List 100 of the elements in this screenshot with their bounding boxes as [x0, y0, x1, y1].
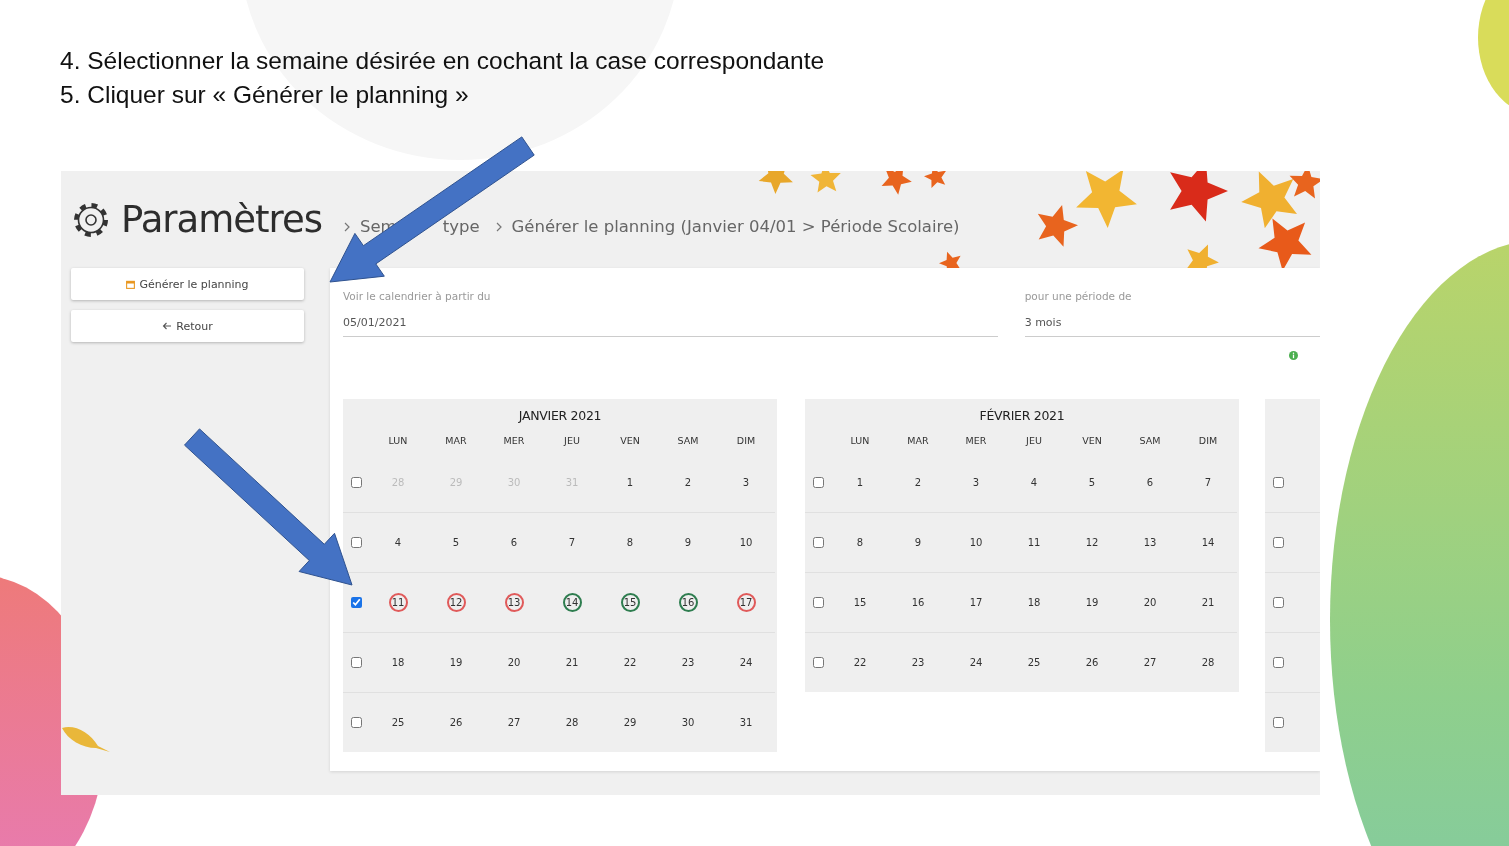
- weekday-label: VEN: [619, 434, 641, 448]
- day-number[interactable]: 25: [1025, 654, 1043, 671]
- day-number[interactable]: 11: [1025, 534, 1043, 551]
- info-icon[interactable]: [1289, 351, 1298, 360]
- day-number[interactable]: 7: [1199, 473, 1217, 491]
- day-number[interactable]: 8: [851, 534, 869, 551]
- week-checkbox[interactable]: [1272, 597, 1284, 608]
- day-number[interactable]: 10: [967, 534, 985, 551]
- day-number[interactable]: 24: [737, 654, 755, 671]
- weekday-label: SAM: [1138, 434, 1162, 448]
- day-number[interactable]: 31: [737, 714, 755, 731]
- day-number[interactable]: 21: [1199, 594, 1217, 611]
- day-number[interactable]: 9: [909, 534, 927, 551]
- week-checkbox[interactable]: [350, 597, 362, 608]
- day-number[interactable]: 1: [851, 473, 869, 491]
- day-number[interactable]: 18: [1025, 594, 1043, 611]
- day-number[interactable]: 12: [1083, 534, 1101, 551]
- day-number[interactable]: 14: [1199, 534, 1217, 551]
- weekday-label: MAR: [906, 434, 930, 448]
- circled-day-number[interactable]: 13: [504, 593, 524, 612]
- generate-button[interactable]: Générer le planning: [71, 268, 304, 300]
- day-number[interactable]: 29: [621, 714, 639, 731]
- day-number[interactable]: 26: [447, 714, 465, 731]
- day-number[interactable]: 18: [389, 654, 407, 671]
- day-number[interactable]: 6: [505, 534, 523, 551]
- day-number[interactable]: 8: [621, 534, 639, 551]
- day-number[interactable]: 7: [563, 534, 581, 551]
- week-checkbox[interactable]: [812, 657, 824, 668]
- day-number[interactable]: 28: [1199, 654, 1217, 671]
- week-checkbox[interactable]: [812, 537, 824, 548]
- month-title: JANVIER 2021: [517, 407, 603, 425]
- day-number[interactable]: 22: [851, 654, 869, 671]
- week-checkbox[interactable]: [350, 657, 362, 668]
- day-number[interactable]: 22: [621, 654, 639, 671]
- weekday-label: MER: [964, 434, 988, 448]
- day-number[interactable]: 6: [1141, 473, 1159, 491]
- breadcrumb-link[interactable]: type: [442, 217, 480, 236]
- weekday-label: MER: [502, 434, 526, 448]
- day-number[interactable]: 20: [1141, 594, 1159, 611]
- day-number[interactable]: 25: [389, 714, 407, 731]
- back-button[interactable]: Retour: [71, 310, 304, 342]
- field-label: pour une période de: [1024, 290, 1133, 304]
- week-checkbox[interactable]: [1272, 476, 1284, 488]
- day-number[interactable]: 5: [447, 534, 465, 551]
- circled-day-number[interactable]: 16: [678, 593, 698, 612]
- weekday-label: SAM: [676, 434, 700, 448]
- day-number[interactable]: 19: [1083, 594, 1101, 611]
- day-number[interactable]: 23: [909, 654, 927, 671]
- day-number[interactable]: 26: [1083, 654, 1101, 671]
- day-number[interactable]: 4: [1025, 473, 1043, 491]
- day-number[interactable]: 20: [505, 654, 523, 671]
- day-number[interactable]: 5: [1083, 473, 1101, 491]
- week-checkbox[interactable]: [812, 476, 824, 488]
- week-checkbox[interactable]: [812, 597, 824, 608]
- breadcrumb-link[interactable]: Générer le planning (Janvier 04/01 > Période Scolaire): [511, 217, 960, 236]
- day-number[interactable]: 24: [967, 654, 985, 671]
- day-number[interactable]: 13: [1141, 534, 1159, 551]
- day-number[interactable]: 21: [563, 654, 581, 671]
- week-checkbox[interactable]: [350, 717, 362, 728]
- field-value: 05/01/2021: [343, 315, 408, 331]
- field-label: Voir le calendrier à partir du: [343, 290, 492, 304]
- day-number[interactable]: 2: [909, 473, 927, 491]
- day-number[interactable]: 2: [679, 473, 697, 491]
- day-number[interactable]: 19: [447, 654, 465, 671]
- circled-day-number[interactable]: 12: [446, 593, 466, 612]
- field-value: 3 mois: [1024, 315, 1063, 331]
- day-number[interactable]: 27: [1141, 654, 1159, 671]
- week-checkbox[interactable]: [1272, 537, 1284, 548]
- weekday-label: DIM: [735, 434, 757, 448]
- day-number[interactable]: 27: [505, 714, 523, 731]
- week-checkbox[interactable]: [1272, 657, 1284, 668]
- week-checkbox[interactable]: [350, 476, 362, 488]
- day-number[interactable]: 28: [563, 714, 581, 731]
- week-checkbox[interactable]: [1272, 717, 1284, 728]
- day-number[interactable]: 4: [389, 534, 407, 551]
- page-title: Paramètres: [121, 198, 322, 241]
- circled-day-number[interactable]: 17: [736, 593, 756, 612]
- calendar-icon: [126, 279, 136, 289]
- day-number[interactable]: 15: [851, 594, 869, 611]
- circled-day-number[interactable]: 15: [620, 593, 640, 612]
- day-number[interactable]: 10: [737, 534, 755, 551]
- week-checkbox[interactable]: [350, 537, 362, 548]
- day-number[interactable]: 3: [737, 473, 755, 491]
- day-number[interactable]: 17: [967, 594, 985, 611]
- weekday-label: MAR: [444, 434, 468, 448]
- day-number[interactable]: 3: [967, 473, 985, 491]
- circled-day-number[interactable]: 14: [562, 593, 582, 612]
- date-field[interactable]: Voir le calendrier à partir du 05/01/2021: [343, 290, 998, 337]
- day-number[interactable]: 9: [679, 534, 697, 551]
- day-number[interactable]: 23: [679, 654, 697, 671]
- weekday-label: LUN: [387, 434, 409, 448]
- arrow-left-icon: [162, 322, 173, 330]
- weekday-label: JEU: [562, 434, 581, 448]
- day-number[interactable]: 16: [909, 594, 927, 611]
- month-title: FÉVRIER 2021: [978, 407, 1066, 425]
- day-number[interactable]: 1: [621, 473, 639, 491]
- circled-day-number[interactable]: 11: [388, 593, 408, 612]
- day-number[interactable]: 30: [679, 714, 697, 731]
- weekday-label: LUN: [849, 434, 871, 448]
- date-field[interactable]: pour une période de 3 mois: [1024, 290, 1320, 337]
